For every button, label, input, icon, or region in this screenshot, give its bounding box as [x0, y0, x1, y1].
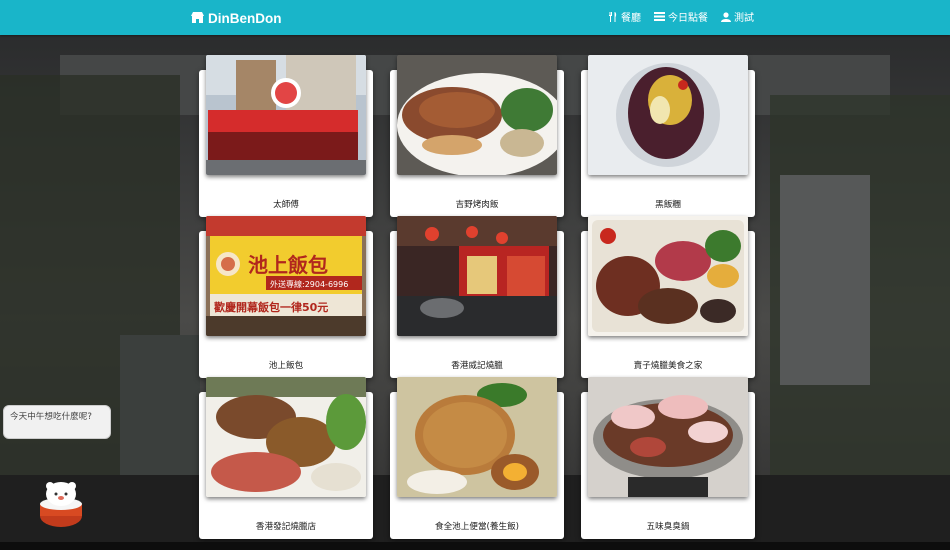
store-icon — [191, 12, 204, 23]
bottom-bar — [0, 542, 950, 550]
restaurant-name: 太師傅 — [273, 200, 299, 210]
restaurant-photo — [397, 377, 557, 497]
restaurant-name: 賣子燒臘美食之家 — [633, 361, 703, 371]
restaurant-card[interactable]: 太師傅 — [199, 55, 373, 217]
restaurant-card[interactable]: 賣子燒臘美食之家 — [581, 216, 755, 378]
utensils-icon — [609, 11, 617, 22]
restaurant-photo — [588, 216, 748, 336]
restaurant-photo: 池上飯包 外送專線:2904-6996 歡慶開幕飯包一律50元 — [206, 216, 366, 336]
restaurant-card[interactable]: 香港威記燒臘 — [390, 216, 564, 378]
list-icon — [654, 12, 665, 21]
restaurant-card[interactable]: 黑飯糰 — [581, 55, 755, 217]
restaurant-photo — [397, 216, 557, 336]
restaurant-photo — [588, 55, 748, 175]
sign-promo: 歡慶開幕飯包一律50元 — [214, 300, 328, 314]
chat-bubble: 今天中午想吃什麼呢? — [3, 405, 111, 439]
restaurant-card[interactable]: 香港發記燒臘店 — [199, 377, 373, 539]
restaurant-photo — [206, 377, 366, 497]
restaurant-photo — [588, 377, 748, 497]
restaurant-card[interactable]: 吉野烤肉飯 — [390, 55, 564, 217]
brand-name: DinBenDon — [208, 10, 282, 26]
restaurant-name: 香港威記燒臘 — [451, 361, 503, 371]
nav-today-orders[interactable]: 今日點餐 — [654, 9, 708, 24]
user-icon — [721, 11, 731, 22]
restaurant-photo — [206, 55, 366, 175]
chat-prompt: 今天中午想吃什麼呢? — [10, 412, 92, 422]
restaurant-name: 吉野烤肉飯 — [455, 200, 499, 210]
nav-restaurants-label: 餐廳 — [621, 13, 641, 24]
restaurant-card[interactable]: 池上飯包 外送專線:2904-6996 歡慶開幕飯包一律50元 池上飯包 — [199, 216, 373, 378]
restaurant-card[interactable]: 五味臭臭鍋 — [581, 377, 755, 539]
restaurant-name: 黑飯糰 — [655, 200, 681, 210]
restaurant-name: 五味臭臭鍋 — [646, 522, 690, 532]
nav-restaurants[interactable]: 餐廳 — [608, 9, 641, 24]
brand-link[interactable]: DinBenDon — [191, 8, 282, 28]
top-navbar: DinBenDon 餐廳 今日點餐 測試 — [0, 0, 950, 35]
restaurant-photo — [397, 55, 557, 175]
nav-menu: 餐廳 今日點餐 測試 — [608, 9, 754, 24]
nav-user[interactable]: 測試 — [721, 9, 754, 24]
restaurant-name: 食全池上便當(養生飯) — [434, 522, 520, 532]
sign-title: 池上飯包 — [248, 253, 328, 277]
sign-phone: 外送專線:2904-6996 — [270, 279, 348, 289]
nav-today-orders-label: 今日點餐 — [668, 13, 708, 24]
restaurant-card[interactable]: 食全池上便當(養生飯) — [390, 377, 564, 539]
nav-user-label: 測試 — [734, 13, 754, 24]
restaurant-name: 池上飯包 — [268, 361, 304, 371]
mascot-rice-bowl-icon[interactable] — [38, 476, 84, 528]
restaurant-name: 香港發記燒臘店 — [255, 522, 317, 532]
